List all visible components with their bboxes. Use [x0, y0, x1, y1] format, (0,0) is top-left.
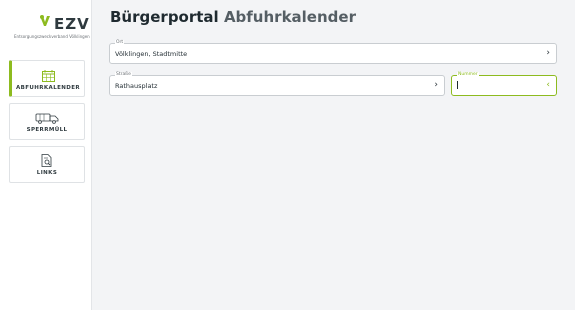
- page-title: Bürgerportal Abfuhrkalender: [110, 8, 356, 26]
- sidebar-item-label: LINKS: [36, 170, 58, 176]
- chevron-left-icon: ‹: [546, 80, 550, 90]
- sidebar-item-sperrmuell[interactable]: SPERRMÜLL: [9, 103, 85, 140]
- page-title-accent: Abfuhrkalender: [223, 8, 356, 26]
- sidebar-item-label: SPERRMÜLL: [26, 127, 68, 133]
- brand-logo[interactable]: EZV Entsorgungszweckverband Völklingen: [14, 12, 90, 42]
- nummer-label: Nummer: [457, 72, 479, 78]
- truck-icon: [10, 109, 84, 128]
- logo-text: EZV: [54, 15, 90, 33]
- nummer-input[interactable]: Nummer ‹: [451, 72, 557, 96]
- chevron-right-icon: ›: [546, 48, 550, 58]
- strasse-value: Rathausplatz: [115, 82, 158, 90]
- strasse-select[interactable]: Straße Rathausplatz ›: [109, 72, 445, 96]
- ort-label: Ort: [115, 40, 125, 46]
- leaf-logo-icon: [40, 15, 50, 26]
- calendar-icon: [12, 67, 84, 86]
- ort-select[interactable]: Ort Völklingen, Stadtmitte ›: [109, 40, 557, 64]
- sidebar-item-abfuhrkalender[interactable]: ABFUHRKALENDER: [9, 60, 85, 97]
- sidebar-item-links[interactable]: LINKS: [9, 146, 85, 183]
- document-search-icon: [10, 152, 84, 171]
- ort-value: Völklingen, Stadtmitte: [115, 50, 188, 58]
- sidebar-item-label: ABFUHRKALENDER: [15, 85, 81, 91]
- strasse-label: Straße: [115, 72, 132, 78]
- text-cursor: [457, 81, 458, 89]
- logo-subtitle: Entsorgungszweckverband Völklingen: [14, 34, 90, 39]
- page-title-main: Bürgerportal: [110, 8, 219, 26]
- chevron-right-icon: ›: [434, 80, 438, 90]
- sidebar: EZV Entsorgungszweckverband Völklingen A…: [0, 0, 92, 310]
